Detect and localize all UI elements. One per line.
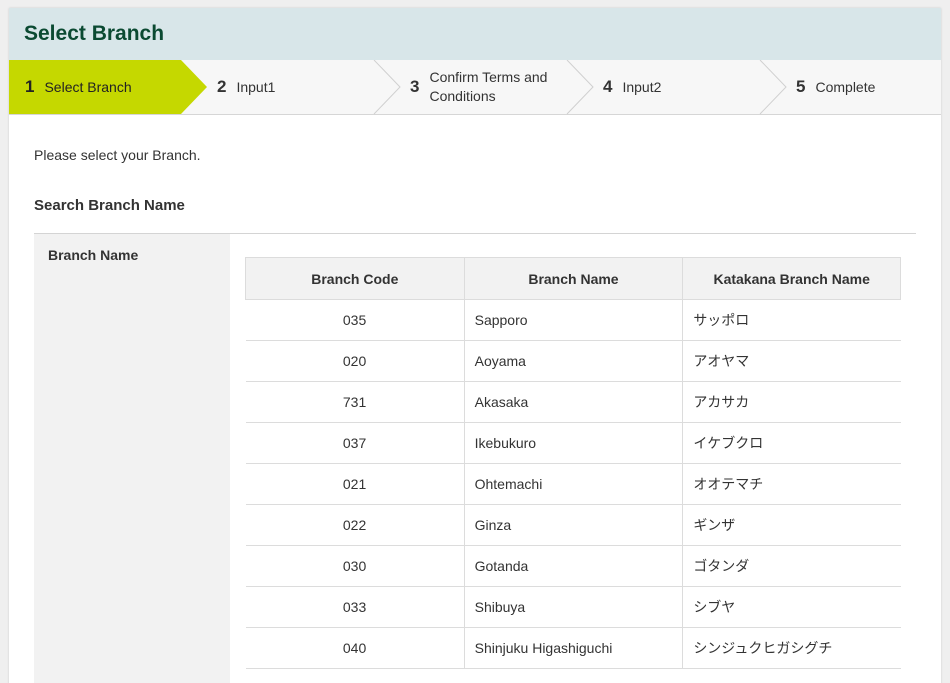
table-row[interactable]: 022 Ginza ギンザ (245, 504, 901, 546)
step-separator (566, 60, 594, 115)
page-header: Select Branch (9, 8, 941, 60)
field-label: Branch Name (34, 234, 230, 683)
table-row[interactable]: 020 Aoyama アオヤマ (245, 340, 901, 382)
cell-branch-name[interactable]: Ohtemachi (463, 463, 683, 505)
column-header-branch-code: Branch Code (245, 257, 465, 300)
cell-katakana-name[interactable]: ゴタンダ (682, 545, 901, 587)
table-row[interactable]: 731 Akasaka アカサカ (245, 381, 901, 423)
table-row[interactable]: 030 Gotanda ゴタンダ (245, 545, 901, 587)
step-5: 5 Complete (796, 60, 875, 114)
step-label: Input2 (622, 78, 662, 95)
page-title: Select Branch (24, 22, 165, 45)
cell-katakana-name[interactable]: サッポロ (682, 299, 901, 341)
step-number: 1 (25, 77, 35, 96)
intro-text: Please select your Branch. (34, 147, 201, 163)
cell-katakana-name[interactable]: シブヤ (682, 586, 901, 628)
step-number: 5 (796, 77, 806, 96)
step-number: 3 (410, 77, 420, 96)
step-separator (373, 60, 401, 115)
cell-branch-code[interactable]: 021 (245, 463, 465, 505)
cell-branch-name[interactable]: Akasaka (463, 381, 683, 423)
cell-branch-name[interactable]: Sapporo (463, 299, 683, 341)
branch-table-container: Branch Code Branch Name Katakana Branch … (230, 234, 916, 683)
table-header-row: Branch Code Branch Name Katakana Branch … (245, 257, 901, 300)
cell-katakana-name[interactable]: アカサカ (682, 381, 901, 423)
step-number: 4 (603, 77, 613, 96)
cell-branch-code[interactable]: 731 (245, 381, 465, 423)
cell-branch-code[interactable]: 022 (245, 504, 465, 546)
table-row[interactable]: 037 Ikebukuro イケブクロ (245, 422, 901, 464)
step-3: 3 Confirm Terms and Conditions (410, 60, 559, 114)
cell-branch-name[interactable]: Ginza (463, 504, 683, 546)
cell-branch-code[interactable]: 030 (245, 545, 465, 587)
cell-branch-code[interactable]: 033 (245, 586, 465, 628)
section-title: Search Branch Name (34, 197, 185, 214)
branch-name-row: Branch Name Branch Code Branch Name Kata… (34, 233, 916, 683)
step-2: 2 Input1 (217, 60, 275, 114)
step-label: Select Branch (44, 78, 132, 95)
column-header-katakana: Katakana Branch Name (682, 257, 901, 300)
cell-branch-code[interactable]: 020 (245, 340, 465, 382)
step-4: 4 Input2 (603, 60, 661, 114)
cell-branch-code[interactable]: 040 (245, 627, 465, 669)
step-label: Confirm Terms and Conditions (429, 69, 548, 104)
table-body: 035 Sapporo サッポロ 020 Aoyama アオヤマ 731 Akasaka アカサ… (245, 299, 901, 669)
cell-katakana-name[interactable]: オオテマチ (682, 463, 901, 505)
main-panel: Select Branch 1 Select Branch 2 Input1 3… (9, 8, 941, 683)
content-area: Please select your Branch. Search Branch… (9, 147, 941, 683)
cell-katakana-name[interactable]: ギンザ (682, 504, 901, 546)
progress-steps: 1 Select Branch 2 Input1 3 Confirm Terms… (9, 60, 941, 115)
table-row[interactable]: 021 Ohtemachi オオテマチ (245, 463, 901, 505)
cell-katakana-name[interactable]: イケブクロ (682, 422, 901, 464)
cell-branch-name[interactable]: Shibuya (463, 586, 683, 628)
step-label: Complete (815, 78, 876, 95)
cell-katakana-name[interactable]: シンジュクヒガシグチ (682, 627, 901, 669)
cell-branch-name[interactable]: Gotanda (463, 545, 683, 587)
branch-table: Branch Code Branch Name Katakana Branch … (245, 257, 901, 669)
step-separator (759, 60, 787, 115)
cell-branch-name[interactable]: Aoyama (463, 340, 683, 382)
step-number: 2 (217, 77, 227, 96)
cell-branch-code[interactable]: 037 (245, 422, 465, 464)
step-label: Input1 (236, 78, 276, 95)
table-row[interactable]: 033 Shibuya シブヤ (245, 586, 901, 628)
column-header-branch-name: Branch Name (463, 257, 684, 300)
step-1: 1 Select Branch (25, 60, 132, 114)
cell-branch-name[interactable]: Shinjuku Higashiguchi (463, 627, 683, 669)
table-row[interactable]: 035 Sapporo サッポロ (245, 299, 901, 341)
cell-katakana-name[interactable]: アオヤマ (682, 340, 901, 382)
cell-branch-code[interactable]: 035 (245, 299, 465, 341)
cell-branch-name[interactable]: Ikebukuro (463, 422, 683, 464)
table-row[interactable]: 040 Shinjuku Higashiguchi シンジュクヒガシグチ (245, 627, 901, 669)
